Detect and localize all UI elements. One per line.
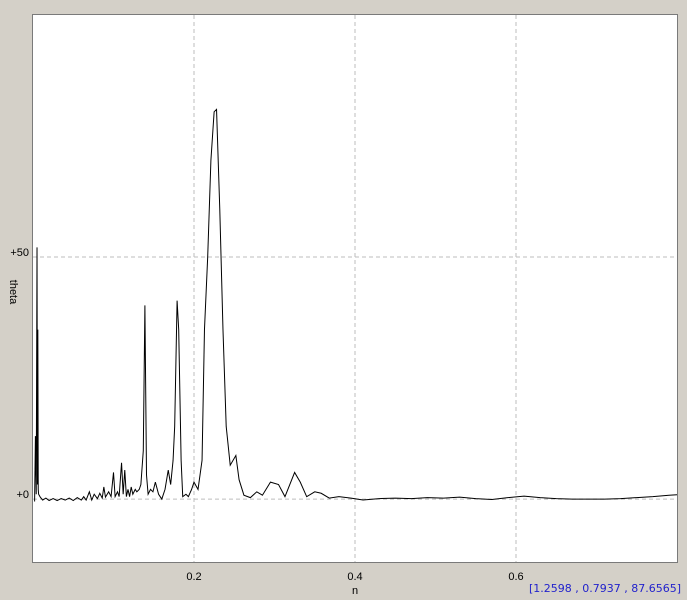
cursor-coordinate-readout: [1.2598 , 0.7937 , 87.6565] xyxy=(528,582,681,595)
x-tick-label: 0.6 xyxy=(508,571,523,583)
tick-labels: 0.2 0.4 0.6 +0 +50 xyxy=(10,247,523,583)
grid-layer xyxy=(33,15,677,562)
x-axis-label: n xyxy=(352,585,358,597)
y-axis-label: theta xyxy=(7,280,19,305)
line-chart[interactable]: 0.2 0.4 0.6 +0 +50 n theta xyxy=(0,0,687,600)
y-tick-label: +0 xyxy=(16,489,29,501)
x-tick-label: 0.4 xyxy=(347,571,362,583)
series-line-0 xyxy=(34,108,678,502)
x-tick-label: 0.2 xyxy=(186,571,201,583)
series-layer xyxy=(34,108,678,502)
y-tick-label: +50 xyxy=(10,247,29,259)
